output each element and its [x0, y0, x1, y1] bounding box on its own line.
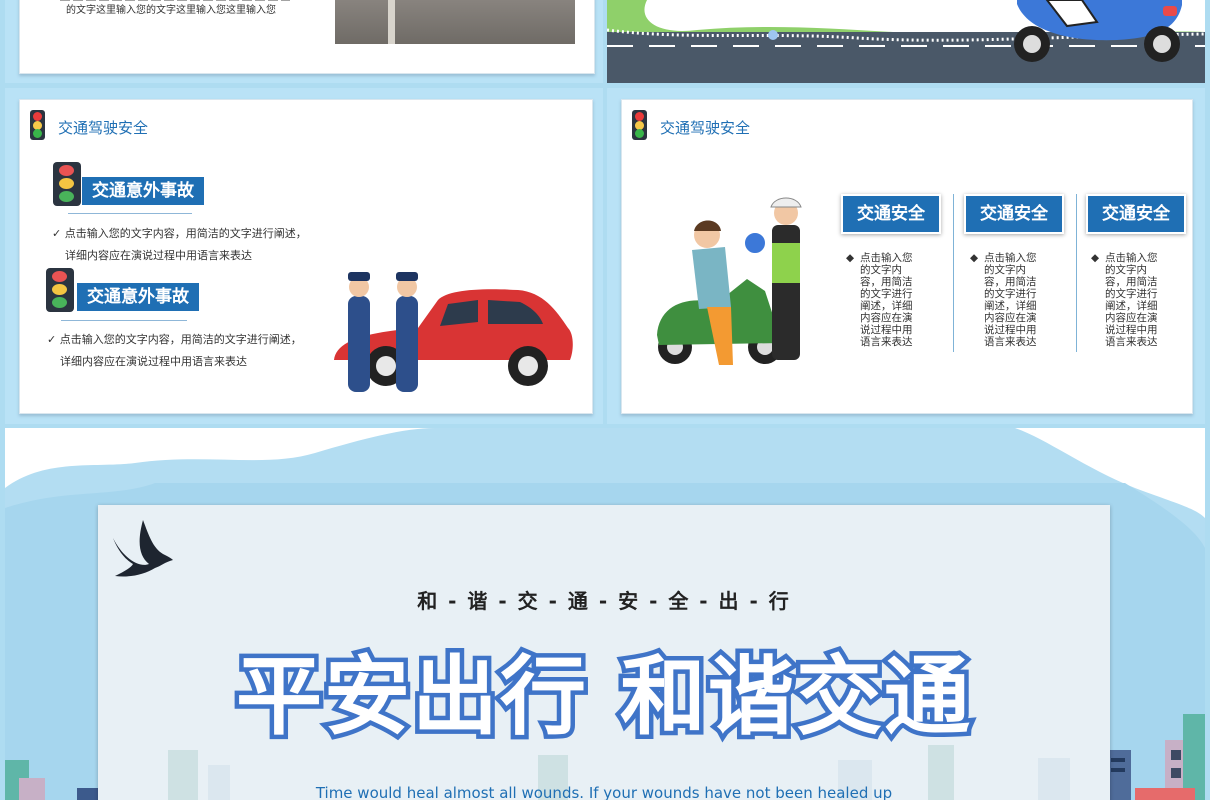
column-divider [1076, 194, 1077, 352]
police-car-illustration [334, 272, 573, 392]
diamond-bullet-icon: ◆ [1091, 252, 1100, 264]
column-text: ◆ 点击输入您的文字内容，用简洁的文字进行阐述，详细内容应在演说过程中用语言来表… [970, 252, 1042, 348]
column-title: 交通安全 [1086, 194, 1186, 234]
cover-tagline: Time would heal almost all wounds. If yo… [315, 784, 893, 800]
scooter-illustration [1014, 0, 1182, 62]
column-title: 交通安全 [964, 194, 1064, 234]
body-text: 的文字这里输入您的文字这里输入您这里输入您 [66, 5, 276, 16]
section-title: 交通意外事故 [82, 177, 204, 205]
slide-header-title: 交通驾驶安全 [58, 119, 149, 137]
diamond-bullet-icon: ◆ [970, 252, 979, 264]
section-text-line: 点击输入您的文字内容，用简洁的文字进行阐述， [64, 227, 307, 240]
column-text-body: 点击输入您的文字内容，用简洁的文字进行阐述，详细内容应在演说过程中用语言来表达 [860, 252, 913, 348]
swallow-bird-icon [113, 520, 173, 577]
cover-title: 平安出行 和谐交通 [232, 643, 975, 752]
traffic-light-icon [46, 268, 74, 312]
traffic-light-icon [53, 162, 81, 206]
column-text-body: 点击输入您的文字内容，用简洁的文字进行阐述，详细内容应在演说过程中用语言来表达 [1105, 252, 1158, 348]
road-photo [335, 0, 575, 44]
slide-mid-right[interactable]: 交通驾驶安全 交通安全 ◆ 点击输入您的文字内容，用简洁的文字进行阐述，详细内容… [607, 88, 1205, 424]
officer-scooter-illustration [657, 197, 802, 365]
column-text: ◆ 点击输入您的文字内容，用简洁的文字进行阐述，详细内容应在演说过程中用语言来表… [846, 252, 918, 348]
traffic-light-icon [632, 110, 647, 140]
section-text: ✓ 点击输入您的文字内容，用简洁的文字进行阐述， 详细内容应在演说过程中用语言来… [52, 223, 307, 267]
column-text-body: 点击输入您的文字内容，用简洁的文字进行阐述，详细内容应在演说过程中用语言来表达 [984, 252, 1037, 348]
section-text: ✓ 点击输入您的文字内容，用简洁的文字进行阐述， 详细内容应在演说过程中用语言来… [47, 329, 302, 373]
check-icon: ✓ [47, 333, 60, 346]
column-title: 交通安全 [841, 194, 941, 234]
slide-top-left[interactable]: 的文字这里输入您的文字这里输入您这里输入您 [5, 0, 603, 83]
check-icon: ✓ [52, 227, 65, 240]
cropped-text-line [60, 0, 290, 1]
slide-card: 交通驾驶安全 交通意外事故 ✓ 点击输入您的文字内容，用简洁的文字进行阐述， 详… [19, 99, 593, 414]
section-divider [61, 320, 187, 321]
slide-card: 的文字这里输入您的文字这里输入您这里输入您 [19, 0, 595, 74]
slide-card: 交通驾驶安全 交通安全 ◆ 点击输入您的文字内容，用简洁的文字进行阐述，详细内容… [621, 99, 1193, 414]
section-title: 交通意外事故 [77, 283, 199, 311]
section-text-line: 详细内容应在演说过程中用语言来表达 [65, 249, 252, 262]
column-divider [953, 194, 954, 352]
section-text-line: 点击输入您的文字内容，用简洁的文字进行阐述， [59, 333, 302, 346]
slide-top-right[interactable] [607, 0, 1205, 83]
road-pole [388, 0, 395, 44]
slide-mid-left[interactable]: 交通驾驶安全 交通意外事故 ✓ 点击输入您的文字内容，用简洁的文字进行阐述， 详… [5, 88, 603, 424]
slide-header-title: 交通驾驶安全 [660, 119, 751, 137]
column-text: ◆ 点击输入您的文字内容，用简洁的文字进行阐述，详细内容应在演说过程中用语言来表… [1091, 252, 1163, 348]
traffic-light-icon [30, 110, 45, 140]
section-divider [68, 213, 192, 214]
cover-subtitle: 和 - 谐 - 交 - 通 - 安 - 全 - 出 - 行 [417, 589, 791, 613]
slide-bottom-cover[interactable]: 和 - 谐 - 交 - 通 - 安 - 全 - 出 - 行 平安出行 和谐交通 … [5, 428, 1205, 800]
diamond-bullet-icon: ◆ [846, 252, 855, 264]
section-text-line: 详细内容应在演说过程中用语言来表达 [60, 355, 247, 368]
